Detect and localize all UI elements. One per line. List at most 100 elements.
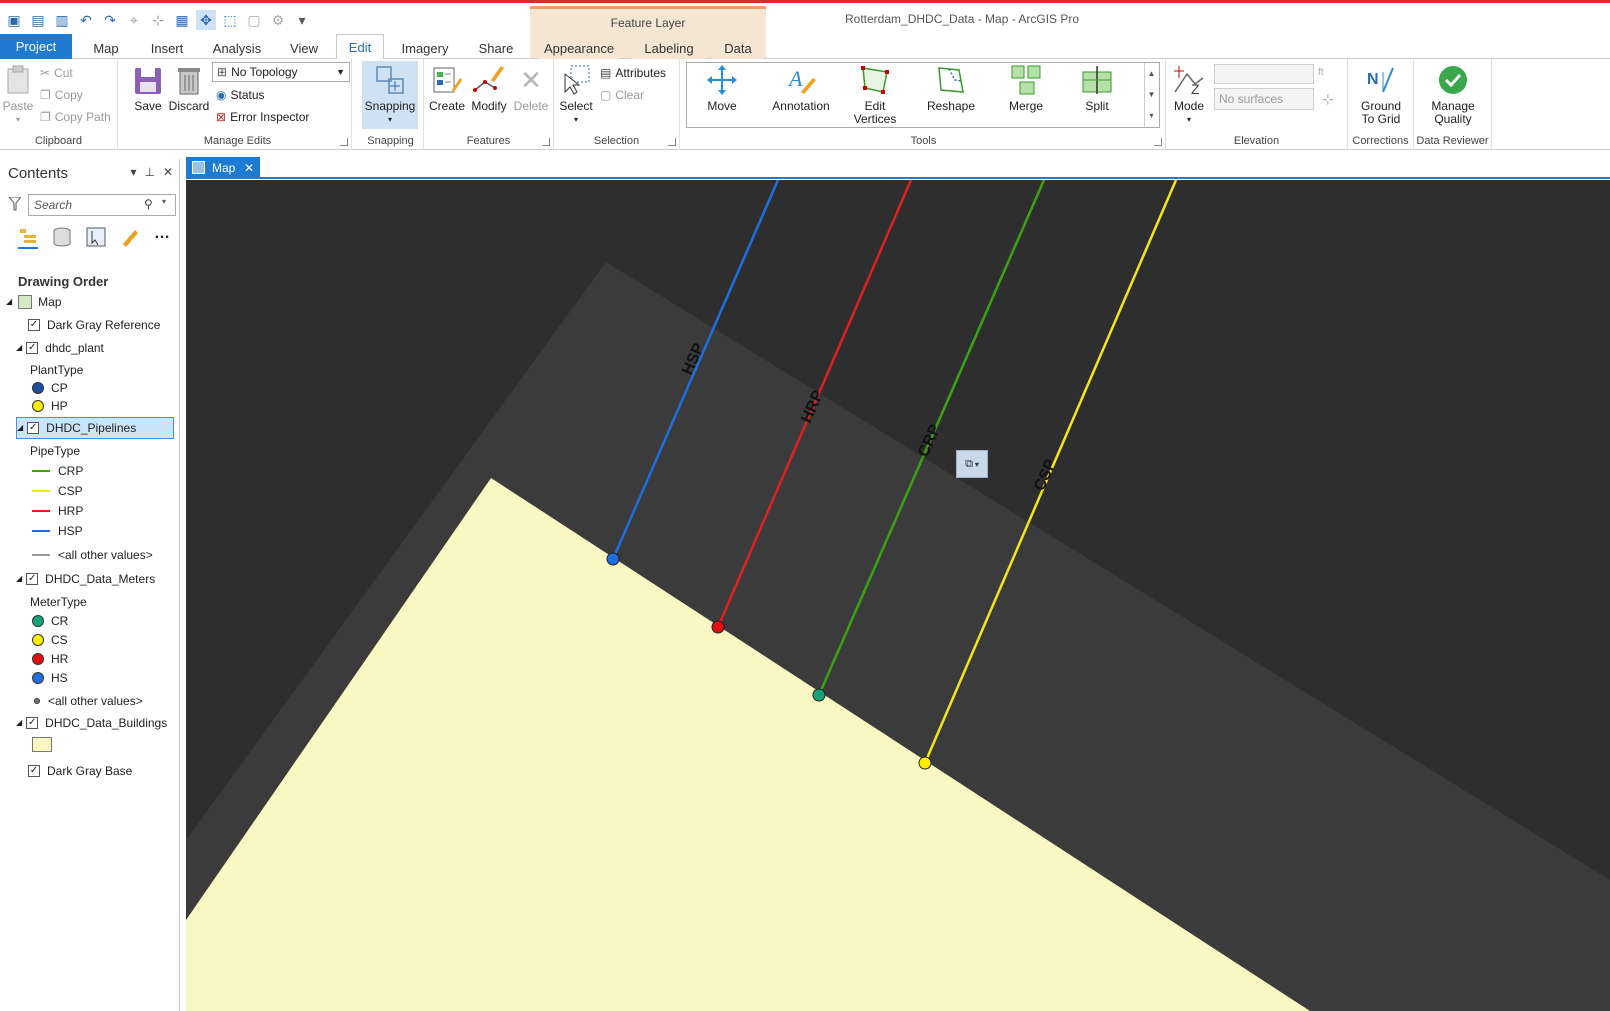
attributes-button[interactable]: ▤ Attributes [600,63,666,83]
visibility-checkbox[interactable]: ✓ [28,319,40,331]
reshape-tool-button[interactable]: Reshape [922,63,980,113]
layer-dhdc-plant[interactable]: ◢ ✓ dhdc_plant [16,339,104,357]
search-input[interactable]: Search [28,194,176,216]
list-by-selection-icon[interactable] [86,227,106,250]
tab-map[interactable]: Map [84,39,128,59]
meter-hs-point[interactable] [606,552,620,566]
status-button[interactable]: ◉ Status [216,85,265,105]
meter-hr-point[interactable] [711,620,725,634]
modify-button[interactable]: Modify [468,63,510,113]
tab-share[interactable]: Share [470,39,522,59]
list-by-data-source-icon[interactable] [52,227,72,250]
elevation-mode-button[interactable]: Z Mode ▾ [1170,63,1208,126]
explore-icon[interactable]: ⊹ [148,10,168,30]
create-button[interactable]: Create [428,63,466,113]
error-inspector-button[interactable]: ⊠ Error Inspector [216,107,309,127]
layer-dark-gray-base[interactable]: ✓ Dark Gray Base [28,762,132,780]
map-view[interactable]: HSP HRP CRP CSP ⧉ ▾ [186,180,1610,1011]
list-by-editing-icon[interactable] [120,227,140,250]
tab-labeling[interactable]: Labeling [632,39,706,59]
redo-icon[interactable]: ↷ [100,10,120,30]
tab-imagery[interactable]: Imagery [394,39,456,59]
more-options-icon[interactable]: … [154,226,170,250]
ground-to-grid-button[interactable]: N Ground To Grid [1350,63,1412,126]
gallery-scrollbar[interactable]: ▲ ▼ ▾ [1144,63,1158,127]
annotation-tool-button[interactable]: A Annotation [766,63,836,113]
feature-toolbar-button[interactable]: ⧉ ▾ [956,450,988,478]
pin-icon[interactable]: ⊥ [144,165,154,179]
layer-dhdc-pipelines[interactable]: ◢ ✓ DHDC_Pipelines [16,417,174,439]
tab-insert[interactable]: Insert [140,39,194,59]
search-icon[interactable]: ⚲ [144,197,153,211]
filter-icon[interactable] [7,196,23,214]
paste-button[interactable]: Paste ▾ [2,63,34,126]
discard-edits-button[interactable]: Discard [168,63,210,113]
topology-dropdown[interactable]: ⊞ No Topology ▼ [212,62,350,82]
tab-view[interactable]: View [280,39,328,59]
navigate-icon[interactable]: ✥ [196,10,216,30]
tab-appearance[interactable]: Appearance [538,39,620,59]
snapping-button[interactable]: Snapping ▾ [362,61,418,129]
elevation-value-input[interactable] [1214,64,1314,84]
save-edits-button[interactable]: Save [130,63,166,113]
visibility-checkbox[interactable]: ✓ [27,422,40,434]
tab-edit[interactable]: Edit [336,34,384,60]
elevation-units[interactable]: ft [1318,67,1324,78]
layer-dhdc-data-meters[interactable]: ◢ ✓ DHDC_Data_Meters [16,570,155,588]
manage-quality-button[interactable]: Manage Quality [1422,63,1484,126]
edit-vertices-button[interactable]: Edit Vertices [848,63,902,126]
customize-qat-icon[interactable]: ▾ [292,10,312,30]
expand-icon[interactable]: ◢ [16,339,22,357]
visibility-checkbox[interactable]: ✓ [26,573,39,585]
list-by-drawing-order-icon[interactable] [18,227,38,249]
expand-icon[interactable]: ◢ [16,714,22,732]
attributes-quick-icon[interactable]: ⚙ [268,10,288,30]
new-project-icon[interactable]: ▣ [4,10,24,30]
search-options-icon[interactable]: ▾ [162,197,166,206]
copy-button[interactable]: ❐ Copy [40,85,83,105]
clear-selection-button[interactable]: ▢ Clear [600,85,644,105]
clear-selection-icon[interactable]: ▢ [244,10,264,30]
visibility-checkbox[interactable]: ✓ [26,717,39,729]
expand-icon[interactable]: ◢ [6,293,12,311]
merge-tool-button[interactable]: Merge [1000,63,1052,113]
layer-map[interactable]: ◢ Map [6,293,62,311]
add-surface-icon[interactable]: ⊹ [1322,91,1334,108]
layer-dhdc-data-buildings[interactable]: ◢ ✓ DHDC_Data_Buildings [16,714,167,732]
tab-map-view[interactable]: Map ✕ [186,157,260,179]
legend-symbol [32,672,44,684]
tab-data[interactable]: Data [712,39,764,59]
create-label: Create [428,99,466,113]
cut-button[interactable]: ✂ Cut [40,63,73,83]
tab-analysis[interactable]: Analysis [206,39,268,59]
selection-launcher-icon[interactable] [668,138,676,146]
delete-button[interactable]: ✕ Delete [512,63,550,113]
manage-edits-group-label: Manage Edits [203,135,272,147]
undo-icon[interactable]: ↶ [76,10,96,30]
expand-icon[interactable]: ◢ [16,570,22,588]
features-launcher-icon[interactable] [542,138,550,146]
tab-project[interactable]: Project [0,34,72,59]
select-by-icon[interactable]: ⬚ [220,10,240,30]
map-canvas[interactable]: HSP HRP CRP CSP [186,180,1610,1011]
surface-dropdown[interactable]: No surfaces [1214,88,1314,110]
split-tool-button[interactable]: Split [1072,63,1122,113]
expand-icon[interactable]: ◢ [17,419,23,437]
meter-cs-point[interactable] [918,756,932,770]
manage-edits-launcher-icon[interactable] [340,138,348,146]
pane-options-icon[interactable]: ▾ [130,165,136,179]
meter-cr-point[interactable] [812,688,826,702]
visibility-checkbox[interactable]: ✓ [26,342,39,354]
move-tool-button[interactable]: Move [698,63,746,113]
visibility-checkbox[interactable]: ✓ [28,765,40,777]
close-tab-icon[interactable]: ✕ [244,157,254,179]
table-icon[interactable]: ▦ [172,10,192,30]
copy-path-button[interactable]: ❐ Copy Path [40,107,111,127]
select-button[interactable]: Select ▾ [558,63,594,126]
close-icon[interactable]: ✕ [163,165,173,179]
save-project-icon[interactable]: ▥ [52,10,72,30]
select-tool-icon[interactable]: ⌖ [124,10,144,30]
tools-launcher-icon[interactable] [1154,138,1162,146]
layer-dark-gray-reference[interactable]: ✓ Dark Gray Reference [28,316,160,334]
open-project-icon[interactable]: ▤ [28,10,48,30]
